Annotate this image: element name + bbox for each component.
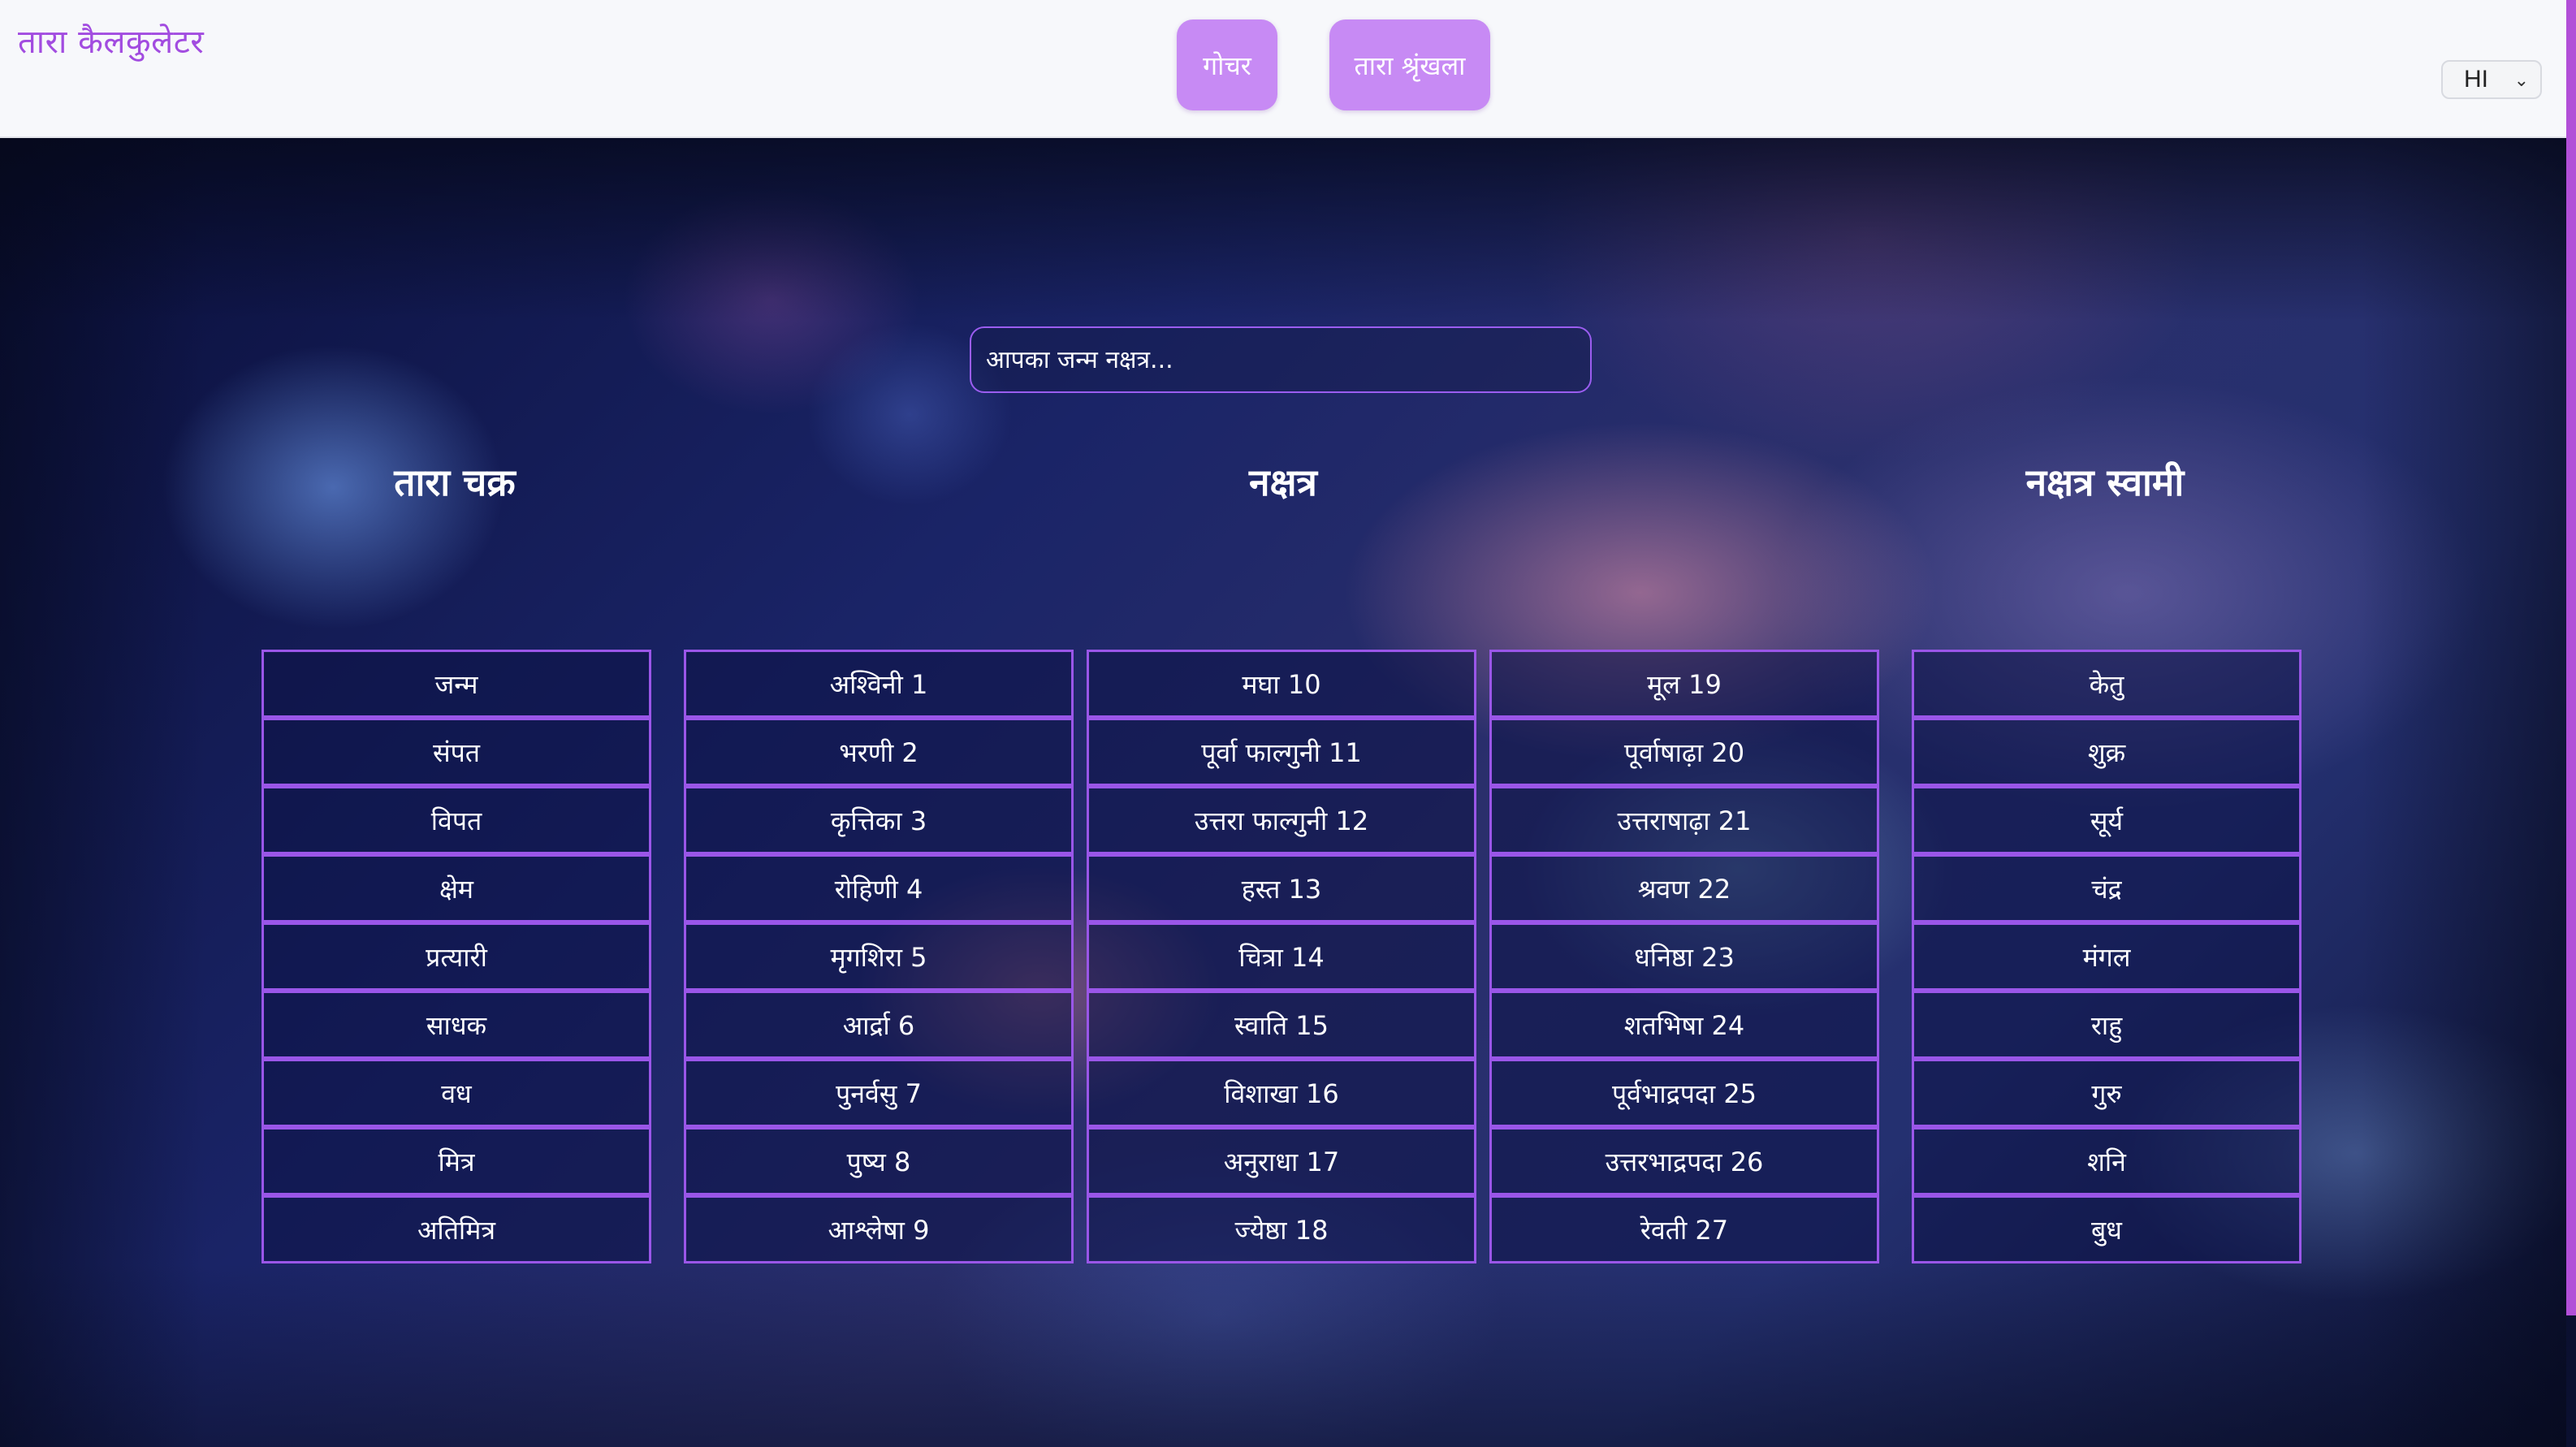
- nakshatra-cell: उत्तरा फाल्गुनी 12: [1087, 786, 1476, 854]
- nakshatra-swami-cell: राहु: [1912, 991, 2302, 1059]
- nakshatra-swami-column: केतु शुक्र सूर्य चंद्र मंगल राहु गुरु शनि बुध: [1912, 650, 2302, 1263]
- nakshatra-cell: धनिष्ठा 23: [1489, 922, 1879, 991]
- nakshatra-cell: उत्तराषाढ़ा 21: [1489, 786, 1879, 854]
- nakshatra-cell: अनुराधा 17: [1087, 1127, 1476, 1195]
- scrollbar[interactable]: [2566, 0, 2576, 1315]
- tara-chakra-title: तारा चक्र: [394, 460, 516, 504]
- nakshatra-column-2: मघा 10 पूर्वा फाल्गुनी 11 उत्तरा फाल्गुनी …: [1087, 650, 1476, 1263]
- chevron-down-icon: ⌄: [2513, 70, 2529, 90]
- gochar-button[interactable]: गोचर: [1177, 19, 1277, 110]
- top-bar: तारा कैलकुलेटर गोचर तारा श्रृंखला HI ⌄: [0, 0, 2566, 138]
- nakshatra-swami-cell: शुक्र: [1912, 718, 2302, 786]
- tara-chakra-cell: साधक: [261, 991, 651, 1059]
- tara-chakra-cell: वध: [261, 1059, 651, 1127]
- nakshatra-cell: हस्त 13: [1087, 854, 1476, 922]
- nakshatra-swami-cell: केतु: [1912, 650, 2302, 718]
- nakshatra-cell: स्वाति 15: [1087, 991, 1476, 1059]
- nakshatra-cell: पूर्वा फाल्गुनी 11: [1087, 718, 1476, 786]
- nakshatra-cell: पुनर्वसु 7: [684, 1059, 1074, 1127]
- tara-chakra-cell: संपत: [261, 718, 651, 786]
- tara-chakra-cell: विपत: [261, 786, 651, 854]
- nakshatra-cell: विशाखा 16: [1087, 1059, 1476, 1127]
- tara-chakra-cell: जन्म: [261, 650, 651, 718]
- language-selected-value: HI: [2464, 66, 2488, 93]
- nakshatra-cell: उत्तरभाद्रपदा 26: [1489, 1127, 1879, 1195]
- nakshatra-cell: आर्द्रा 6: [684, 991, 1074, 1059]
- language-select[interactable]: HI ⌄: [2441, 60, 2542, 99]
- nakshatra-swami-cell: सूर्य: [1912, 786, 2302, 854]
- nakshatra-cell: पुष्य 8: [684, 1127, 1074, 1195]
- nakshatra-cell: शतभिषा 24: [1489, 991, 1879, 1059]
- nakshatra-column-3: मूल 19 पूर्वाषाढ़ा 20 उत्तराषाढ़ा 21 श्रवण …: [1489, 650, 1879, 1263]
- tara-shrinkhala-button[interactable]: तारा श्रृंखला: [1329, 19, 1490, 110]
- tara-chakra-cell: अतिमित्र: [261, 1195, 651, 1263]
- nakshatra-cell: पूर्वाषाढ़ा 20: [1489, 718, 1879, 786]
- nakshatra-cell: कृत्तिका 3: [684, 786, 1074, 854]
- nakshatra-cell: रोहिणी 4: [684, 854, 1074, 922]
- birth-nakshatra-input[interactable]: [970, 326, 1592, 393]
- nakshatra-swami-cell: चंद्र: [1912, 854, 2302, 922]
- tara-chakra-cell: मित्र: [261, 1127, 651, 1195]
- tara-chakra-cell: प्रत्यारी: [261, 922, 651, 991]
- nakshatra-cell: भरणी 2: [684, 718, 1074, 786]
- nakshatra-cell: मूल 19: [1489, 650, 1879, 718]
- nakshatra-swami-cell: गुरु: [1912, 1059, 2302, 1127]
- nakshatra-cell: रेवती 27: [1489, 1195, 1879, 1263]
- nakshatra-title: नक्षत्र: [1249, 460, 1317, 504]
- nakshatra-cell: मघा 10: [1087, 650, 1476, 718]
- nakshatra-swami-cell: मंगल: [1912, 922, 2302, 991]
- nakshatra-cell: चित्रा 14: [1087, 922, 1476, 991]
- tara-chakra-column: जन्म संपत विपत क्षेम प्रत्यारी साधक वध मित्र अति…: [261, 650, 651, 1263]
- nakshatra-cell: आश्लेषा 9: [684, 1195, 1074, 1263]
- app-logo-text[interactable]: तारा कैलकुलेटर: [18, 18, 204, 63]
- nakshatra-swami-title: नक्षत्र स्वामी: [2025, 460, 2185, 504]
- nakshatra-swami-cell: बुध: [1912, 1195, 2302, 1263]
- nakshatra-swami-cell: शनि: [1912, 1127, 2302, 1195]
- nakshatra-column-1: अश्विनी 1 भरणी 2 कृत्तिका 3 रोहिणी 4 मृगशिरा…: [684, 650, 1074, 1263]
- nakshatra-cell: श्रवण 22: [1489, 854, 1879, 922]
- nakshatra-cell: पूर्वभाद्रपदा 25: [1489, 1059, 1879, 1127]
- nakshatra-cell: मृगशिरा 5: [684, 922, 1074, 991]
- nakshatra-cell: अश्विनी 1: [684, 650, 1074, 718]
- tara-chakra-cell: क्षेम: [261, 854, 651, 922]
- nakshatra-cell: ज्येष्ठा 18: [1087, 1195, 1476, 1263]
